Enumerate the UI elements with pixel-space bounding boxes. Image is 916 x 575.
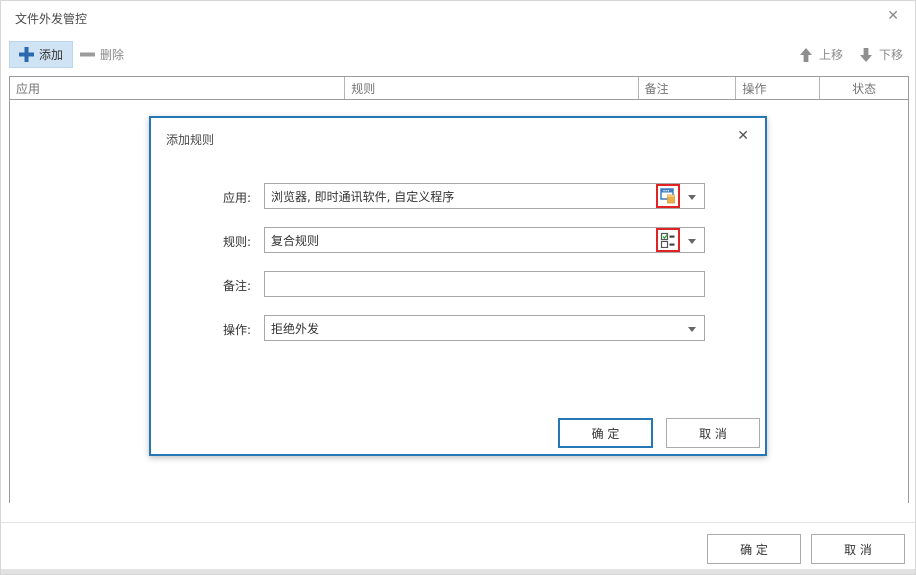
add-rule-dialog: 添加规则 ✕ 应用: 浏览器, 即时通讯软件, 自定义程序 规则: 复合规则 [149, 116, 767, 456]
window-bottom-edge [1, 569, 915, 574]
column-header-rule[interactable]: 规则 [344, 77, 637, 99]
field-row-note: 备注: [151, 271, 765, 297]
note-input[interactable] [271, 273, 698, 295]
action-combobox[interactable]: 拒绝外发 [264, 315, 705, 341]
action-dropdown-caret-icon[interactable] [688, 327, 696, 332]
add-button-label: 添加 [39, 46, 63, 63]
action-field-label: 操作: [151, 321, 251, 338]
title-bar: 文件外发管控 ✕ [1, 1, 915, 33]
table-header-row: 应用 规则 备注 操作 状态 [10, 77, 908, 100]
main-ok-button[interactable]: 确 定 [707, 534, 801, 564]
dialog-title: 添加规则 [166, 131, 214, 148]
column-header-note[interactable]: 备注 [638, 77, 736, 99]
plus-icon [19, 47, 34, 62]
column-header-op[interactable]: 操作 [735, 77, 819, 99]
minus-icon [80, 47, 95, 62]
file-outgoing-control-window: { "window": { "title": "文件外发管控", "close_… [0, 0, 916, 575]
move-up-label: 上移 [819, 46, 843, 63]
move-down-button[interactable]: 下移 [854, 41, 907, 68]
column-header-app[interactable]: 应用 [10, 77, 344, 99]
field-row-app: 应用: 浏览器, 即时通讯软件, 自定义程序 [151, 183, 765, 209]
rule-checklist-icon[interactable] [656, 228, 680, 252]
window-close-icon[interactable]: ✕ [887, 8, 899, 24]
main-cancel-button[interactable]: 取 消 [811, 534, 905, 564]
rule-combobox-value: 复合规则 [271, 232, 656, 249]
delete-button[interactable]: 删除 [71, 41, 133, 68]
action-combobox-value: 拒绝外发 [271, 320, 686, 337]
dialog-cancel-button[interactable]: 取 消 [666, 418, 760, 448]
dialog-ok-label: 确 定 [592, 425, 620, 442]
main-cancel-label: 取 消 [844, 541, 872, 558]
note-field-label: 备注: [151, 277, 251, 294]
note-input-box [264, 271, 705, 297]
app-combobox[interactable]: 浏览器, 即时通讯软件, 自定义程序 [264, 183, 705, 209]
field-row-rule: 规则: 复合规则 [151, 227, 765, 253]
dialog-ok-button[interactable]: 确 定 [558, 418, 653, 448]
move-down-label: 下移 [879, 46, 903, 63]
window-title: 文件外发管控 [15, 10, 87, 27]
toolbar: 添加 删除 上移 下移 [1, 39, 915, 71]
column-header-status[interactable]: 状态 [819, 77, 908, 99]
move-up-button[interactable]: 上移 [794, 41, 847, 68]
field-row-action: 操作: 拒绝外发 [151, 315, 765, 341]
app-field-label: 应用: [151, 189, 251, 206]
app-dropdown-caret-icon[interactable] [688, 195, 696, 200]
dialog-cancel-label: 取 消 [699, 425, 727, 442]
app-combobox-value: 浏览器, 即时通讯软件, 自定义程序 [271, 188, 656, 205]
app-window-icon[interactable] [656, 184, 680, 208]
rule-combobox[interactable]: 复合规则 [264, 227, 705, 253]
main-ok-label: 确 定 [740, 541, 768, 558]
add-button[interactable]: 添加 [9, 41, 73, 68]
footer-divider [1, 522, 915, 523]
dialog-close-icon[interactable]: ✕ [737, 128, 749, 144]
rule-dropdown-caret-icon[interactable] [688, 239, 696, 244]
arrow-down-icon [858, 47, 874, 63]
arrow-up-icon [798, 47, 814, 63]
delete-button-label: 删除 [100, 46, 124, 63]
rule-field-label: 规则: [151, 233, 251, 250]
